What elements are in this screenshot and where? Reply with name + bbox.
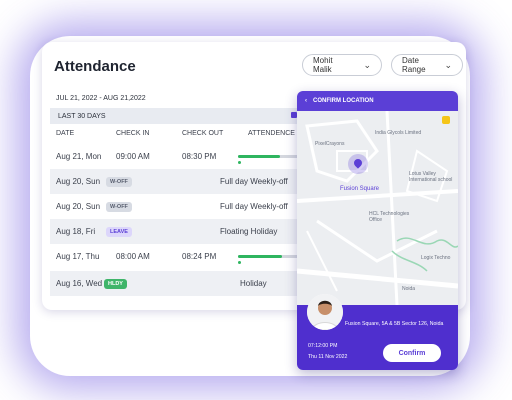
attendance-progress-fill	[238, 155, 280, 158]
status-badge: HLDY	[104, 279, 127, 289]
confirm-button[interactable]: Confirm	[383, 344, 441, 362]
chevron-down-icon: ⌄	[444, 59, 452, 70]
table-row[interactable]: Aug 20, Sun W-OFF Full day Weekly-off	[50, 194, 302, 219]
avatar	[307, 294, 343, 330]
row-check-in: 09:00 AM	[116, 152, 150, 161]
row-date: Aug 18, Fri	[56, 227, 96, 236]
date-range-label: Date Range	[402, 56, 426, 74]
status-badge: W-OFF	[106, 202, 132, 212]
map-label-hcl: HCL Technologies Office	[369, 211, 410, 223]
map-label-fusion-square: Fusion Square	[340, 186, 380, 192]
user-photo-icon	[307, 294, 343, 330]
attendance-progress-bar	[238, 155, 302, 158]
row-note: Full day Weekly-off	[220, 177, 288, 186]
attendance-progress-fill	[238, 255, 282, 258]
row-note: Full day Weekly-off	[220, 202, 288, 211]
employee-dropdown[interactable]: Mohit Malik ⌄	[302, 54, 382, 76]
status-badge: LEAVE	[106, 227, 132, 237]
map-label-logix: Logix Techno	[421, 255, 451, 261]
column-header-check-out: CHECK OUT	[182, 130, 224, 137]
period-label: LAST 30 DAYS	[58, 112, 106, 120]
table-row[interactable]: Aug 20, Sun W-OFF Full day Weekly-off	[50, 169, 302, 194]
period-header: LAST 30 DAYS	[50, 108, 298, 124]
date-range-text: JUL 21, 2022 - AUG 21,2022	[56, 95, 146, 102]
row-check-out: 08:30 PM	[182, 152, 217, 161]
location-address: Fusion Square, 5A & 5B Sector 126, Noida	[345, 321, 444, 327]
row-date: Aug 20, Sun	[56, 177, 101, 186]
table-row[interactable]: Aug 16, Wed HLDY Holiday	[50, 271, 302, 296]
confirm-location-header: ‹ CONFIRM LOCATION	[297, 91, 458, 111]
status-dot	[238, 261, 241, 264]
status-dot	[238, 161, 241, 164]
date-range-dropdown[interactable]: Date Range ⌄	[391, 54, 463, 76]
checkin-date: Thu 11 Nov 2022	[308, 354, 348, 360]
map-label-noida: Noida	[402, 286, 416, 292]
row-date: Aug 16, Wed	[56, 279, 103, 288]
map-view[interactable]: India Glycols Limited PixelCrayons Fusio…	[297, 110, 458, 306]
map-label-lotus-valley: Lotus Valley International school	[409, 171, 453, 183]
table-row[interactable]: Aug 18, Fri LEAVE Floating Holiday	[50, 219, 302, 244]
checkin-time: 07:12:00 PM	[308, 343, 338, 349]
row-note: Holiday	[240, 279, 267, 288]
location-pin-icon	[348, 154, 368, 174]
status-badge: W-OFF	[106, 177, 132, 187]
chevron-down-icon: ⌄	[363, 59, 371, 70]
table-row[interactable]: Aug 21, Mon 09:00 AM 08:30 PM	[50, 144, 302, 169]
table-row[interactable]: Aug 17, Thu 08:00 AM 08:24 PM	[50, 244, 302, 269]
page-title: Attendance	[54, 58, 136, 75]
row-check-out: 08:24 PM	[182, 252, 217, 261]
map-label-india-glycols: India Glycols Limited	[375, 130, 422, 136]
row-check-in: 08:00 AM	[116, 252, 150, 261]
row-date: Aug 21, Mon	[56, 152, 102, 161]
back-chevron-icon[interactable]: ‹	[305, 98, 307, 104]
row-note: Floating Holiday	[220, 227, 278, 236]
column-header-date: DATE	[56, 130, 75, 137]
confirm-location-title: CONFIRM LOCATION	[313, 98, 374, 104]
map-label-pixelcrayons: PixelCrayons	[315, 141, 345, 147]
column-header-attendance: ATTENDENCE V	[248, 130, 302, 137]
attendance-progress-bar	[238, 255, 302, 258]
column-header-check-in: CHECK IN	[116, 130, 150, 137]
row-date: Aug 17, Thu	[56, 252, 100, 261]
employee-dropdown-value: Mohit Malik	[313, 56, 333, 74]
row-date: Aug 20, Sun	[56, 202, 101, 211]
